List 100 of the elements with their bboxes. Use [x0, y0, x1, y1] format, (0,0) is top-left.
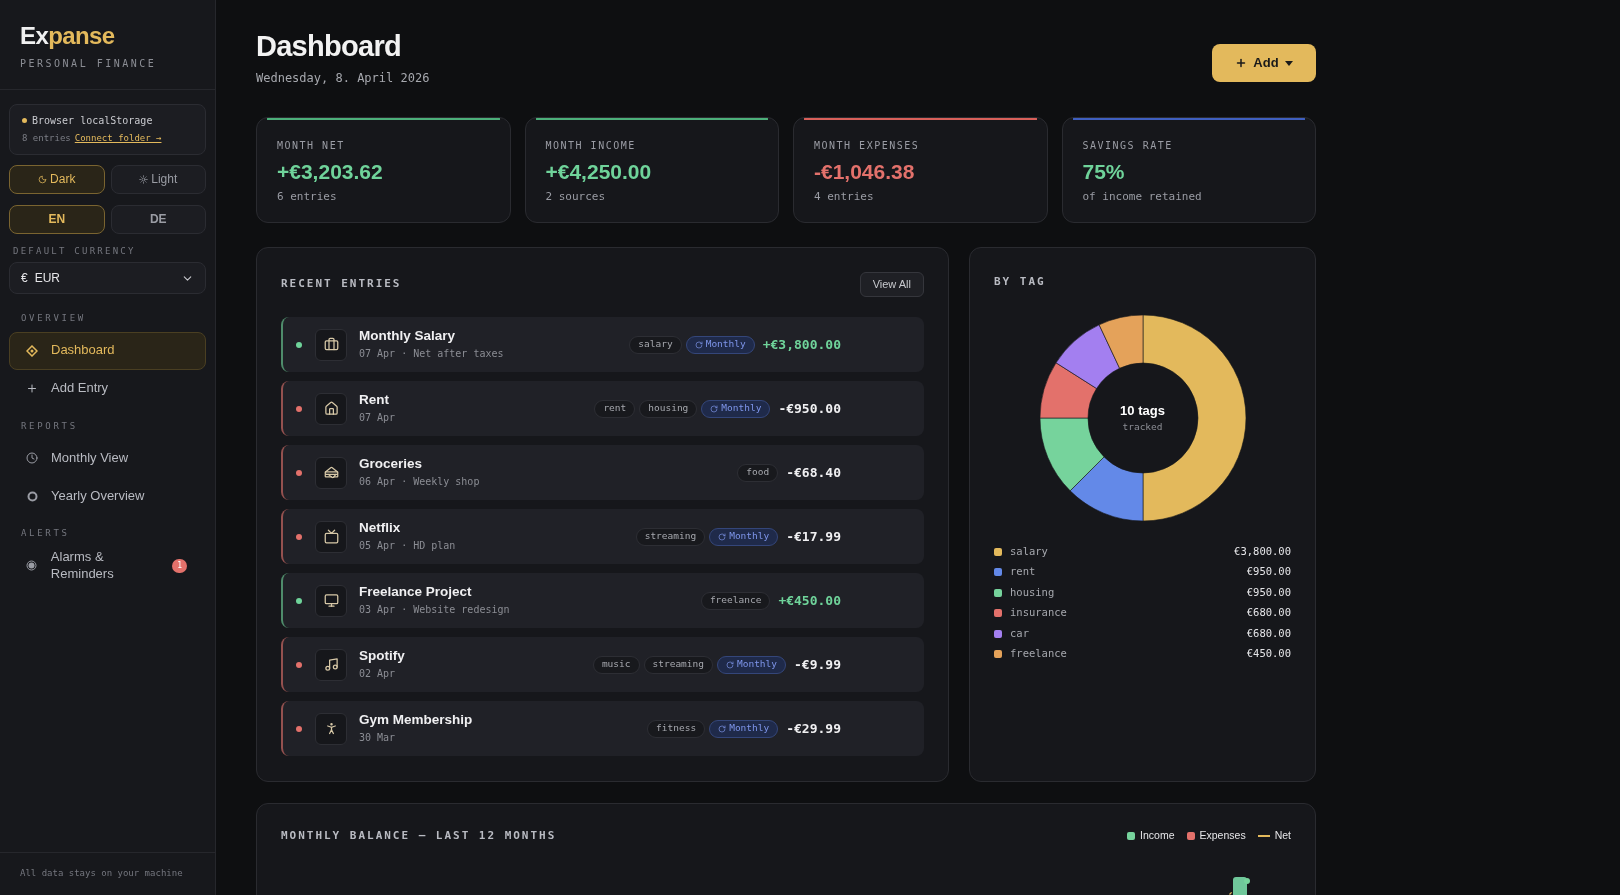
theme-toggle[interactable]: Dark [9, 164, 105, 194]
nav-section-heading: REPORTS [21, 419, 78, 433]
entry-row[interactable]: Spotify 02 Apr music streaming Monthly -€9.99 [281, 637, 924, 692]
repeat-icon [726, 660, 734, 669]
caret-down-icon [1284, 60, 1293, 66]
status-dot-icon [22, 118, 27, 123]
stat-label: MONTH INCOME [545, 139, 636, 153]
legend-tag: housing [1010, 584, 1055, 601]
entry-title: Netflix [359, 519, 401, 537]
recurring-tag: Monthly [709, 527, 779, 546]
page-title: Dashboard [256, 32, 401, 61]
stat-note: 4 entries [814, 189, 874, 206]
entry-tag: salary [629, 335, 682, 354]
entry-title: Spotify [359, 647, 405, 665]
ring-icon [26, 490, 38, 502]
stat-value: 75% [1082, 159, 1125, 185]
entry-title: Gym Membership [359, 711, 473, 729]
donut-center-value: 10 tags [1120, 401, 1165, 420]
entry-amount: -€29.99 [786, 719, 841, 738]
plus-icon [1235, 57, 1248, 69]
legend-tag: salary [1010, 543, 1048, 560]
legend-tag: car [1010, 625, 1029, 642]
panel-title: RECENT ENTRIES [281, 276, 402, 293]
entry-row[interactable]: Netflix 05 Apr · HD plan streaming Monthly -€17.99 [281, 509, 924, 564]
app-subtitle: PERSONAL FINANCE [20, 57, 157, 71]
entry-row[interactable]: Freelance Project 03 Apr · Website redesign freelance +€450.00 [281, 573, 924, 628]
clock-icon [26, 452, 38, 464]
entry-tag: housing [639, 399, 698, 418]
repeat-icon [718, 724, 727, 733]
nav-item[interactable]: Monthly View [9, 439, 206, 477]
entry-amount: +€450.00 [778, 591, 841, 610]
radio-dot-icon [26, 560, 38, 571]
repeat-icon [694, 340, 703, 349]
entry-amount: -€950.00 [778, 399, 841, 418]
entry-title: Monthly Salary [359, 327, 456, 345]
entry-tag: streaming [643, 655, 713, 674]
entry-amount: -€68.40 [786, 463, 841, 482]
house-icon [323, 401, 339, 416]
connect-folder-link[interactable]: Connect folder → [74, 132, 162, 146]
entry-meta: 05 Apr · HD plan [359, 539, 456, 554]
donut-center-label: tracked [1122, 420, 1163, 435]
app-logo: Expanse [20, 24, 115, 48]
entry-amount: -€9.99 [794, 655, 841, 674]
panel-title: MONTHLY BALANCE — LAST 12 MONTHS [281, 828, 557, 844]
language-toggle[interactable]: EN [9, 204, 105, 234]
recurring-tag: Monthly [685, 335, 755, 354]
entry-meta: 07 Apr · Net after taxes [359, 347, 504, 362]
view-all-button[interactable]: View All [859, 272, 924, 297]
entry-title: Groceries [359, 455, 423, 473]
legend-label: Net [1274, 828, 1291, 844]
legend-label: Income [1140, 828, 1175, 844]
footer-note: All data stays on your machine [20, 867, 183, 881]
entry-row[interactable]: Gym Membership 30 Mar fitness Monthly -€29.99 [281, 701, 924, 756]
legend-tag: insurance [1010, 605, 1067, 622]
donut-slice [1039, 362, 1097, 418]
theme-toggle[interactable]: Light [110, 164, 206, 194]
entry-title: Freelance Project [359, 583, 472, 601]
moon-icon [38, 174, 48, 184]
sun-icon [139, 174, 149, 184]
legend-amount: €950.00 [1246, 564, 1291, 580]
legend-amount: €680.00 [1246, 605, 1291, 621]
stat-value: +€3,203.62 [277, 159, 383, 185]
nav-item[interactable]: Yearly Overview [9, 477, 206, 515]
stat-note: of income retained [1082, 189, 1202, 206]
entry-tag: food [737, 463, 779, 482]
nav-item[interactable]: Alarms & Reminders 1 [9, 546, 206, 585]
entry-meta: 03 Apr · Website redesign [359, 603, 510, 618]
legend-amount: €3,800.00 [1234, 543, 1291, 559]
nav-section-heading: ALERTS [21, 527, 70, 540]
entry-row[interactable]: Groceries 06 Apr · Weekly shop food -€68.40 [281, 445, 924, 500]
entry-row[interactable]: Rent 07 Apr rent housing Monthly -€950.00 [281, 381, 924, 436]
page-date: Wednesday, 8. April 2026 [256, 70, 430, 87]
language-toggle[interactable]: DE [110, 204, 206, 234]
entry-meta: 02 Apr [359, 667, 396, 682]
panel-title: BY TAG [994, 274, 1046, 290]
legend-amount: €680.00 [1246, 625, 1291, 641]
storage-label: Browser localStorage [32, 114, 153, 128]
entry-meta: 06 Apr · Weekly shop [359, 475, 480, 490]
currency-select[interactable]: € EUR [9, 262, 206, 294]
diamond-icon [26, 344, 38, 357]
entry-amount: -€17.99 [786, 527, 841, 546]
nav-item[interactable]: Dashboard [9, 331, 206, 370]
entry-tag: rent [594, 399, 636, 418]
entry-tag: streaming [635, 527, 706, 546]
nav-item[interactable]: Add Entry [9, 369, 206, 408]
recurring-tag: Monthly [701, 399, 771, 418]
legend-label: Expenses [1199, 828, 1246, 844]
stat-note: 2 sources [545, 189, 606, 206]
entry-title: Rent [359, 391, 389, 409]
add-button[interactable]: Add [1212, 44, 1316, 82]
entry-tag: freelance [700, 591, 771, 610]
recurring-tag: Monthly [717, 655, 787, 674]
monitor-icon [323, 593, 339, 608]
stat-label: SAVINGS RATE [1082, 139, 1173, 153]
entry-count: 8 entries [22, 132, 71, 145]
entry-row[interactable]: Monthly Salary 07 Apr · Net after taxes salary Monthly +€3,800.00 [281, 317, 924, 372]
stat-note: 6 entries [277, 189, 337, 206]
entry-meta: 07 Apr [359, 411, 396, 426]
legend-amount: €450.00 [1246, 646, 1291, 662]
legend-tag: freelance [1010, 646, 1067, 663]
